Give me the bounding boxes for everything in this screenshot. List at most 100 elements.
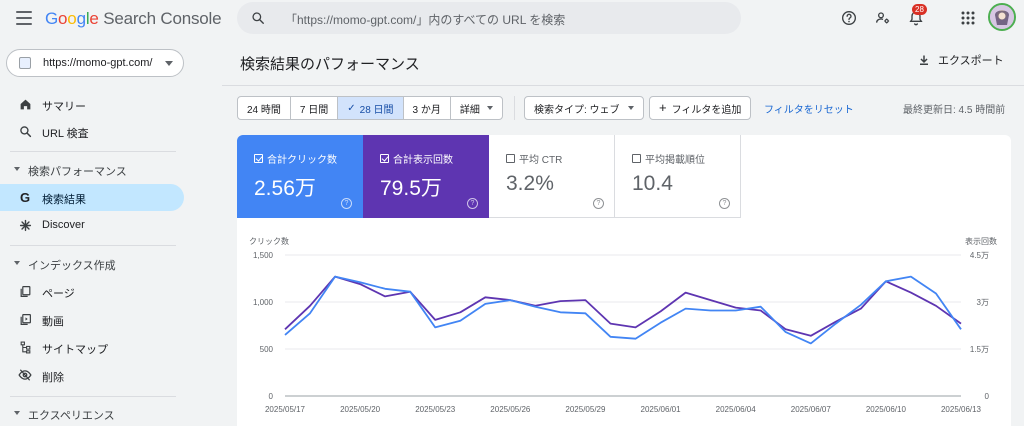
sidebar-item-label: ページ (42, 288, 75, 300)
export-label: エクスポート (938, 55, 1004, 67)
dropdown-arrow-icon (486, 106, 493, 110)
x-tick-label: 2025/05/17 (265, 405, 306, 414)
range-more-button[interactable]: 詳細 (451, 97, 502, 119)
x-tick-label: 2025/06/04 (716, 405, 757, 414)
metric-value: 79.5万 (380, 177, 442, 200)
sidebar-divider (10, 245, 176, 246)
search-type-filter[interactable]: 検索タイプ: ウェブ (524, 96, 644, 120)
section-label: 検索パフォーマンス (28, 166, 127, 178)
x-tick-label: 2025/05/26 (490, 405, 531, 414)
sidebar-item-pages[interactable]: ページ (0, 278, 184, 305)
metric-total-clicks[interactable]: 合計クリック数 2.56万 ? (237, 135, 363, 218)
x-tick-label: 2025/06/07 (791, 405, 832, 414)
dropdown-arrow-icon (165, 61, 173, 66)
check-icon: ✓ (347, 102, 356, 114)
y-tick-label: 500 (260, 345, 274, 354)
y-tick-label: 1,000 (253, 298, 274, 307)
x-tick-label: 2025/05/20 (340, 405, 381, 414)
sidebar-item-label: Discover (42, 219, 85, 231)
section-label: インデックス作成 (28, 260, 116, 272)
sidebar-item-removals[interactable]: 削除 (0, 362, 184, 389)
range-28d-button[interactable]: ✓ 28 日間 (338, 97, 404, 119)
sidebar-item-search-results[interactable]: G 検索結果 (0, 184, 184, 211)
x-tick-label: 2025/06/13 (941, 405, 982, 414)
help-icon[interactable]: ? (593, 198, 604, 209)
collapse-caret-icon (14, 411, 20, 415)
sidebar-item-label: 動画 (42, 316, 64, 328)
performance-chart[interactable]: 1,500 4.5万 1,000 3万 500 1.5万 0 0 2025/05/17 2025/… (237, 245, 1011, 426)
sidebar-divider (10, 151, 176, 152)
help-icon[interactable]: ? (719, 198, 730, 209)
asterisk-icon (18, 218, 32, 232)
y2-tick-label: 3万 (977, 298, 989, 307)
toolbar-separator (514, 96, 515, 120)
sidebar-item-url-inspection[interactable]: URL 検査 (0, 118, 184, 145)
help-icon[interactable]: ? (467, 198, 478, 209)
url-search-input[interactable]: 「https://momo-gpt.com/」内のすべての URL を検索 (237, 2, 741, 34)
video-icon (18, 312, 32, 326)
export-button[interactable]: エクスポート (918, 52, 1004, 68)
manage-accounts-icon[interactable] (872, 7, 894, 29)
search-console-logo[interactable]: Google Search Console (45, 9, 222, 29)
account-avatar[interactable] (988, 3, 1016, 31)
search-icon (252, 12, 264, 24)
range-3m-button[interactable]: 3 か月 (404, 97, 451, 119)
sidebar-divider (10, 396, 176, 397)
menu-icon[interactable] (16, 11, 32, 25)
y-tick-label: 1,500 (253, 251, 274, 260)
apps-icon[interactable] (957, 7, 979, 29)
visibility-off-icon (18, 368, 32, 382)
y2-tick-label: 1.5万 (970, 345, 989, 354)
main-content: 検索結果のパフォーマンス エクスポート 24 時間 7 日間 ✓ 28 日間 3 … (222, 38, 1024, 426)
checkbox-icon (254, 154, 263, 163)
metric-average-ctr[interactable]: 平均 CTR 3.2% ? (489, 135, 615, 218)
notification-count-badge: 28 (912, 4, 927, 15)
date-range-selector: 24 時間 7 日間 ✓ 28 日間 3 か月 詳細 (237, 96, 503, 120)
y-tick-label: 0 (269, 392, 274, 401)
pages-icon (18, 284, 32, 298)
sidebar-item-label: サマリー (42, 101, 86, 113)
property-icon (19, 57, 31, 69)
home-icon (18, 97, 32, 111)
section-header-indexing[interactable]: インデックス作成 (0, 254, 184, 274)
sidebar-item-label: サイトマップ (42, 344, 108, 356)
metric-average-position[interactable]: 平均掲載順位 10.4 ? (615, 135, 741, 218)
plus-icon: + (659, 100, 667, 115)
y2-tick-label: 0 (985, 392, 990, 401)
sidebar-item-sitemaps[interactable]: サイトマップ (0, 334, 184, 361)
checkbox-icon (632, 154, 641, 163)
page-title: 検索結果のパフォーマンス (240, 56, 420, 73)
x-tick-label: 2025/06/01 (641, 405, 682, 414)
sitemap-icon (18, 340, 32, 354)
checkbox-icon (506, 154, 515, 163)
sidebar-item-video[interactable]: 動画 (0, 306, 184, 333)
last-updated-text: 最終更新日: 4.5 時間前 (903, 105, 1006, 116)
x-tick-label: 2025/05/23 (415, 405, 456, 414)
range-7d-button[interactable]: 7 日間 (291, 97, 339, 119)
property-selector[interactable]: https://momo-gpt.com/ (6, 49, 184, 77)
sidebar-navigation: https://momo-gpt.com/ サマリー URL 検査 検索パフォー… (0, 38, 190, 426)
top-app-bar: Google Search Console 「https://momo-gpt.… (0, 0, 1024, 38)
dropdown-arrow-icon (627, 106, 634, 110)
collapse-caret-icon (14, 261, 20, 265)
property-url: https://momo-gpt.com/ (43, 57, 153, 69)
metric-value: 10.4 (632, 172, 673, 195)
google-g-icon: G (19, 189, 31, 205)
sidebar-item-summary[interactable]: サマリー (0, 91, 184, 118)
help-icon[interactable] (838, 7, 860, 29)
section-label: エクスペリエンス (28, 410, 115, 422)
header-divider (222, 85, 1024, 86)
search-placeholder: 「https://momo-gpt.com/」内のすべての URL を検索 (285, 13, 566, 27)
performance-card: 合計クリック数 2.56万 ? 合計表示回数 79.5万 ? 平均 CTR 3.… (237, 135, 1011, 426)
reset-filter-link[interactable]: フィルタをリセット (764, 101, 854, 116)
section-header-performance[interactable]: 検索パフォーマンス (0, 160, 184, 180)
section-header-experience[interactable]: エクスペリエンス (0, 404, 184, 424)
metric-value: 3.2% (506, 172, 554, 195)
sidebar-item-discover[interactable]: Discover (0, 212, 184, 239)
x-tick-label: 2025/06/10 (866, 405, 907, 414)
range-24h-button[interactable]: 24 時間 (238, 97, 291, 119)
add-filter-button[interactable]: + フィルタを追加 (649, 96, 752, 120)
help-icon[interactable]: ? (341, 198, 352, 209)
metric-total-impressions[interactable]: 合計表示回数 79.5万 ? (363, 135, 489, 218)
search-icon (18, 124, 32, 138)
